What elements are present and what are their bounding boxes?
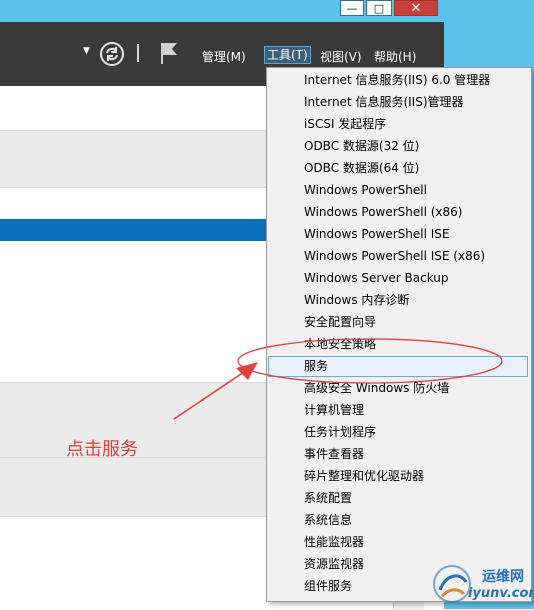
menu-item-services[interactable]: 服务 <box>268 356 528 377</box>
minimize-button[interactable]: — <box>340 0 364 16</box>
menu-help[interactable]: 帮助(H) <box>374 48 416 65</box>
flag-icon[interactable] <box>158 41 180 65</box>
refresh-icon[interactable] <box>99 41 125 67</box>
menu-tools[interactable]: 工具(T) <box>264 46 311 64</box>
menu-item-powershell-x86[interactable]: Windows PowerShell (x86) <box>269 202 529 223</box>
close-icon: ✕ <box>410 0 422 16</box>
watermark-cn-text: 运维网 <box>482 569 524 585</box>
annotation-label: 点击服务 <box>66 439 138 460</box>
menu-item-firewall[interactable]: 高级安全 Windows 防火墙 <box>269 378 529 399</box>
menu-item-iscsi-initiator[interactable]: iSCSI 发起程序 <box>269 114 529 135</box>
menu-item-performance-monitor[interactable]: 性能监视器 <box>269 532 529 553</box>
menu-view[interactable]: 视图(V) <box>320 48 362 65</box>
menu-item-defragment[interactable]: 碎片整理和优化驱动器 <box>269 466 529 487</box>
menu-item-memory-diagnostic[interactable]: Windows 内存诊断 <box>269 290 529 311</box>
menu-item-iis-manager[interactable]: Internet 信息服务(IIS)管理器 <box>269 92 529 113</box>
maximize-button[interactable]: □ <box>366 0 392 16</box>
menu-item-iis6-manager[interactable]: Internet 信息服务(IIS) 6.0 管理器 <box>269 70 529 91</box>
close-button[interactable]: ✕ <box>394 0 438 16</box>
menu-item-system-information[interactable]: 系统信息 <box>269 510 529 531</box>
menu-item-server-backup[interactable]: Windows Server Backup <box>269 268 529 289</box>
dropdown-arrow-icon[interactable]: ▼ <box>83 46 90 56</box>
menu-item-odbc-64[interactable]: ODBC 数据源(64 位) <box>269 158 529 179</box>
menu-item-task-scheduler[interactable]: 任务计划程序 <box>269 422 529 443</box>
menu-item-powershell-ise-x86[interactable]: Windows PowerShell ISE (x86) <box>269 246 529 267</box>
toolbar-separator <box>137 44 139 62</box>
maximize-icon: □ <box>373 1 385 15</box>
menu-item-event-viewer[interactable]: 事件查看器 <box>269 444 529 465</box>
minimize-icon: — <box>346 1 358 15</box>
menu-item-powershell-ise[interactable]: Windows PowerShell ISE <box>269 224 529 245</box>
menu-manage[interactable]: 管理(M) <box>202 48 246 65</box>
menu-item-security-config-wizard[interactable]: 安全配置向导 <box>269 312 529 333</box>
menu-item-local-security-policy[interactable]: 本地安全策略 <box>269 334 529 355</box>
menu-item-system-configuration[interactable]: 系统配置 <box>269 488 529 509</box>
watermark-en-text: iyunv.com <box>468 586 534 601</box>
menu-item-powershell[interactable]: Windows PowerShell <box>269 180 529 201</box>
menu-item-odbc-32[interactable]: ODBC 数据源(32 位) <box>269 136 529 157</box>
tools-dropdown-menu: Internet 信息服务(IIS) 6.0 管理器 Internet 信息服务… <box>266 67 532 602</box>
menu-item-computer-management[interactable]: 计算机管理 <box>269 400 529 421</box>
